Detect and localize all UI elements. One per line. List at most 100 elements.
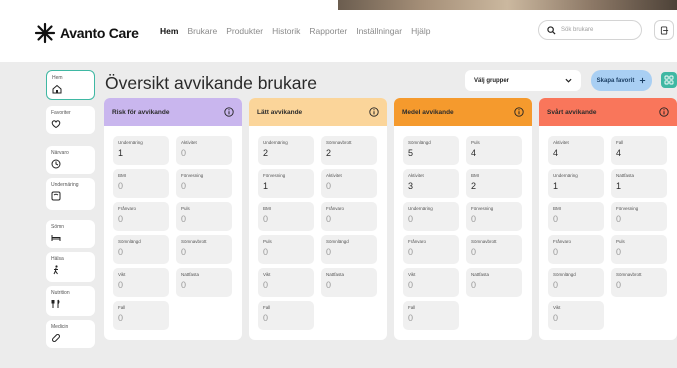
metric-card[interactable]: BMI 2 bbox=[466, 169, 522, 198]
metric-card[interactable]: BMI 0 bbox=[548, 202, 604, 231]
nav-rapporter[interactable]: Rapporter bbox=[309, 26, 347, 36]
metric-card[interactable]: Sömnlängd 0 bbox=[113, 235, 169, 264]
metric-card[interactable]: Frånvaro 0 bbox=[403, 235, 459, 264]
metric-label: Vikt bbox=[408, 272, 416, 277]
sidebar-item-halsa[interactable]: Hälsa bbox=[46, 252, 95, 282]
search-input[interactable]: Sök brukare bbox=[538, 20, 642, 40]
metric-card[interactable]: Undernäring 0 bbox=[403, 202, 459, 231]
metric-value: 2 bbox=[326, 148, 332, 158]
sidebar-item-label: Hälsa bbox=[51, 256, 64, 262]
metric-card[interactable]: Nattfasta 0 bbox=[466, 268, 522, 297]
metric-card[interactable]: Sömnlängd 5 bbox=[403, 136, 459, 165]
metric-label: Sömnavbrott bbox=[471, 239, 497, 244]
metric-label: Aktivitet bbox=[408, 173, 424, 178]
pill-icon bbox=[52, 334, 60, 342]
metric-label: Sömnavbrott bbox=[181, 239, 207, 244]
deviation-column: Svårt avvikande Aktivitet 4 Fall 4 Undernärin… bbox=[539, 98, 677, 340]
nav-brukare[interactable]: Brukare bbox=[187, 26, 217, 36]
metric-value: 4 bbox=[471, 148, 477, 158]
logout-button[interactable] bbox=[654, 20, 674, 40]
sidebar-item-somn[interactable]: Sömn bbox=[46, 220, 95, 248]
metric-card[interactable]: Nattfasta 0 bbox=[176, 268, 232, 297]
metric-value: 0 bbox=[263, 214, 269, 224]
metric-value: 0 bbox=[263, 247, 269, 257]
sidebar-item-narvaro[interactable]: Närvaro bbox=[46, 146, 95, 174]
metric-card[interactable]: Aktivitet 0 bbox=[176, 136, 232, 165]
metric-card[interactable]: Frånvaro 0 bbox=[321, 202, 377, 231]
metric-value: 0 bbox=[118, 214, 124, 224]
metric-card[interactable]: Undernäring 1 bbox=[113, 136, 169, 165]
metric-value: 4 bbox=[616, 148, 622, 158]
metric-card[interactable]: Förvesning 0 bbox=[611, 202, 667, 231]
chevron-down-icon bbox=[565, 78, 572, 83]
metric-card[interactable]: Undernäring 1 bbox=[548, 169, 604, 198]
metric-card[interactable]: Sömnlängd 0 bbox=[548, 268, 604, 297]
info-icon[interactable] bbox=[659, 107, 669, 117]
metric-card[interactable]: Frånvaro 0 bbox=[548, 235, 604, 264]
metric-card[interactable]: Fall 0 bbox=[403, 301, 459, 330]
metric-label: Sömnavbrott bbox=[326, 140, 352, 145]
create-favorite-button[interactable]: Skapa favorit bbox=[591, 70, 652, 91]
nav-historik[interactable]: Historik bbox=[272, 26, 300, 36]
metric-value: 0 bbox=[181, 148, 187, 158]
metric-value: 4 bbox=[553, 148, 559, 158]
metric-card[interactable]: BMI 0 bbox=[113, 169, 169, 198]
metric-card[interactable]: Aktivitet 0 bbox=[321, 169, 377, 198]
metric-label: Nattfasta bbox=[181, 272, 200, 277]
metric-card[interactable]: Fall 4 bbox=[611, 136, 667, 165]
metric-card[interactable]: Sömnavbrott 0 bbox=[176, 235, 232, 264]
metric-card[interactable]: Aktivitet 4 bbox=[548, 136, 604, 165]
metric-card[interactable]: Fall 0 bbox=[113, 301, 169, 330]
metric-label: Frånvaro bbox=[118, 206, 137, 211]
metric-card[interactable]: Sömnavbrott 2 bbox=[321, 136, 377, 165]
metric-card[interactable]: Nattfasta 0 bbox=[321, 268, 377, 297]
metric-label: Aktivitet bbox=[553, 140, 569, 145]
metric-card[interactable]: Sömnavbrott 0 bbox=[466, 235, 522, 264]
metric-value: 0 bbox=[118, 313, 124, 323]
metric-card[interactable]: Vikt 0 bbox=[258, 268, 314, 297]
column-header: Svårt avvikande bbox=[539, 98, 677, 126]
metric-card[interactable]: Förvesning 1 bbox=[258, 169, 314, 198]
metric-label: Förvesning bbox=[616, 206, 639, 211]
metric-card[interactable]: Aktivitet 3 bbox=[403, 169, 459, 198]
sidebar-item-medicin[interactable]: Medicin bbox=[46, 320, 95, 348]
sidebar-item-favoriter[interactable]: Favoriter bbox=[46, 106, 95, 134]
info-icon[interactable] bbox=[514, 107, 524, 117]
metric-card[interactable]: Puls 0 bbox=[176, 202, 232, 231]
metric-value: 0 bbox=[471, 280, 477, 290]
metric-card[interactable]: Puls 4 bbox=[466, 136, 522, 165]
metric-card[interactable]: Sömnlängd 0 bbox=[321, 235, 377, 264]
metric-card[interactable]: Fall 0 bbox=[258, 301, 314, 330]
sidebar-item-hem[interactable]: Hem bbox=[46, 70, 95, 100]
metric-card[interactable]: Förvesning 0 bbox=[176, 169, 232, 198]
metric-value: 0 bbox=[471, 247, 477, 257]
metric-label: Sömnlängd bbox=[408, 140, 431, 145]
metric-card[interactable]: Vikt 0 bbox=[403, 268, 459, 297]
metric-card[interactable]: Nattfasta 1 bbox=[611, 169, 667, 198]
clock-icon bbox=[51, 159, 61, 169]
grid-view-button[interactable] bbox=[661, 72, 677, 88]
metric-value: 2 bbox=[471, 181, 477, 191]
metric-card[interactable]: Vikt 0 bbox=[548, 301, 604, 330]
nav-produkter[interactable]: Produkter bbox=[226, 26, 263, 36]
metric-value: 0 bbox=[263, 313, 269, 323]
logo[interactable]: Avanto Care bbox=[34, 22, 139, 44]
info-icon[interactable] bbox=[369, 107, 379, 117]
metric-card[interactable]: Puls 0 bbox=[611, 235, 667, 264]
sidebar-item-undernaring[interactable]: Undernäring bbox=[46, 178, 95, 210]
nav-hjalp[interactable]: Hjälp bbox=[411, 26, 430, 36]
metric-card[interactable]: Puls 0 bbox=[258, 235, 314, 264]
nav-hem[interactable]: Hem bbox=[160, 26, 178, 36]
metric-card[interactable]: Förvesning 0 bbox=[466, 202, 522, 231]
nav-installningar[interactable]: Inställningar bbox=[356, 26, 402, 36]
metric-card[interactable]: Sömnavbrott 0 bbox=[611, 268, 667, 297]
metric-card[interactable]: Vikt 0 bbox=[113, 268, 169, 297]
group-select[interactable]: Välj grupper bbox=[465, 70, 581, 91]
metric-value: 0 bbox=[408, 214, 414, 224]
metric-card[interactable]: Frånvaro 0 bbox=[113, 202, 169, 231]
metric-card[interactable]: BMI 0 bbox=[258, 202, 314, 231]
info-icon[interactable] bbox=[224, 107, 234, 117]
metric-card[interactable]: Undernäring 2 bbox=[258, 136, 314, 165]
metric-label: Undernäring bbox=[553, 173, 578, 178]
sidebar-item-nutrition[interactable]: Nutrition bbox=[46, 286, 95, 316]
